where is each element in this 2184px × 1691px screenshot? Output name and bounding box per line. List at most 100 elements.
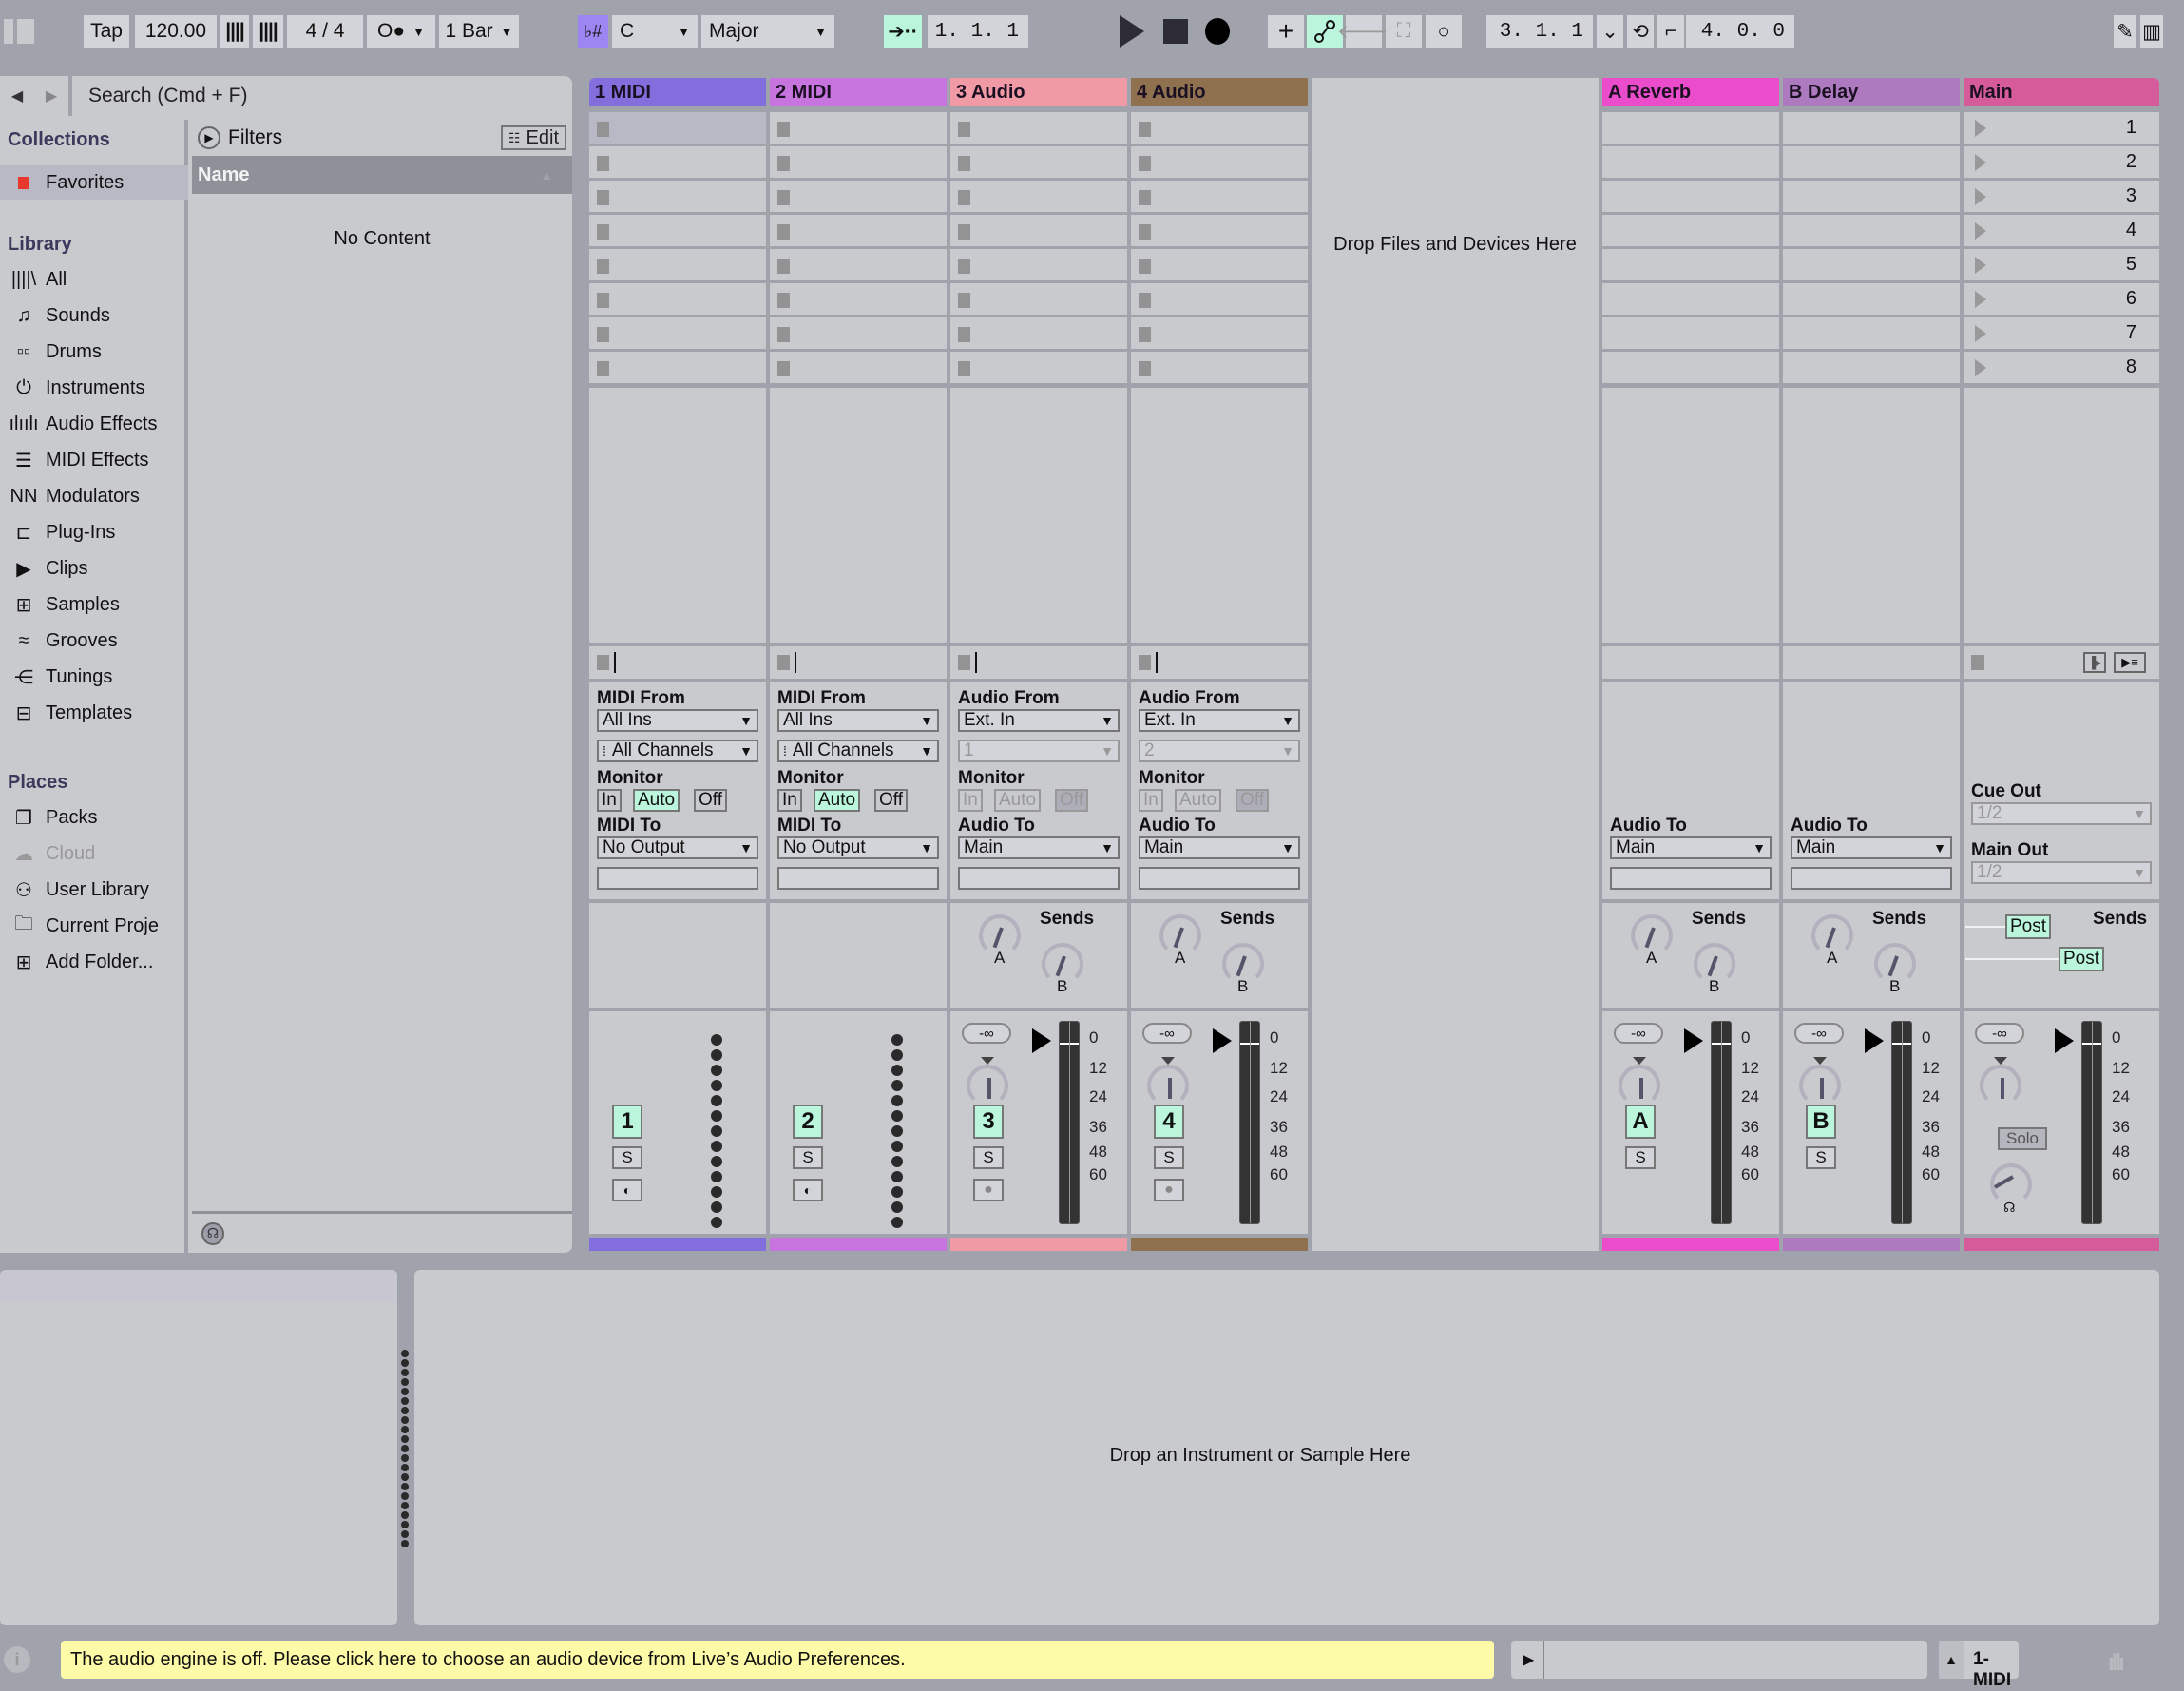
clip-slot[interactable]: [950, 215, 1127, 246]
clip-slot[interactable]: [1131, 215, 1308, 246]
clip-stop-icon[interactable]: [777, 122, 790, 137]
sidebar-item-favorites[interactable]: Favorites: [0, 165, 188, 200]
clip-slot[interactable]: [589, 283, 766, 315]
output-type-dropdown[interactable]: Main ▼: [1791, 836, 1952, 859]
clip-slot[interactable]: [1602, 283, 1779, 315]
panel-resize-handle[interactable]: [401, 1350, 409, 1549]
clip-slot[interactable]: [1131, 283, 1308, 315]
clip-stop-icon[interactable]: [1139, 190, 1151, 205]
pan-knob[interactable]: [1619, 1065, 1660, 1106]
track-activator-button[interactable]: B: [1806, 1105, 1836, 1139]
clip-slot[interactable]: [770, 146, 947, 178]
clip-slot[interactable]: [1783, 181, 1960, 212]
output-type-dropdown[interactable]: Main ▼: [1610, 836, 1772, 859]
sidebar-item-templates[interactable]: ⊟ Templates: [0, 696, 188, 730]
clip-stop-icon[interactable]: [1139, 122, 1151, 137]
output-channel-field[interactable]: [1610, 867, 1772, 890]
preview-headphones-icon[interactable]: ☊: [201, 1221, 224, 1245]
clip-slot[interactable]: [770, 352, 947, 383]
name-column-header[interactable]: Name ▲: [192, 156, 572, 194]
clip-slot[interactable]: [1602, 146, 1779, 178]
arm-midi-icon[interactable]: ◐: [793, 1179, 823, 1201]
sidebar-item-add-folder[interactable]: ⊞ Add Folder...: [0, 945, 188, 979]
clip-stop-icon[interactable]: [777, 190, 790, 205]
clip-slot[interactable]: [1602, 181, 1779, 212]
scene-launch[interactable]: 5: [1964, 249, 2159, 280]
clip-slot[interactable]: [770, 317, 947, 349]
clip-stop-icon[interactable]: [958, 224, 970, 240]
capture-icon[interactable]: ⛶: [1386, 15, 1422, 48]
empty-slot-area[interactable]: [950, 388, 1127, 643]
monitor-off-button[interactable]: Off: [694, 789, 727, 812]
edit-filters-button[interactable]: ☷ Edit: [500, 125, 566, 150]
clip-stop-icon[interactable]: [597, 259, 609, 274]
sidebar-item-grooves[interactable]: ≈ Grooves: [0, 624, 188, 658]
clip-slot[interactable]: [1783, 249, 1960, 280]
track-header[interactable]: 4 Audio: [1131, 78, 1308, 106]
window-layout-toggle[interactable]: [4, 19, 36, 44]
record-button[interactable]: [1205, 18, 1230, 45]
clip-stop-icon[interactable]: [958, 361, 970, 376]
clip-slot[interactable]: [1783, 317, 1960, 349]
arm-record-icon[interactable]: ●: [973, 1179, 1004, 1201]
clip-slot[interactable]: [1783, 112, 1960, 144]
key-dropdown[interactable]: C ▼: [612, 15, 698, 48]
output-channel-field[interactable]: [597, 867, 758, 890]
volume-fader-handle[interactable]: [1213, 1028, 1232, 1053]
clip-slot[interactable]: [589, 352, 766, 383]
loop-icon[interactable]: ⟲: [1627, 15, 1654, 48]
sidebar-item-current-project[interactable]: 🗀 Current Proje: [0, 909, 188, 943]
clip-stop-icon[interactable]: [1139, 259, 1151, 274]
clip-stop-icon[interactable]: [1139, 156, 1151, 171]
volume-fader-handle[interactable]: [2055, 1028, 2074, 1053]
clip-slot[interactable]: [950, 112, 1127, 144]
output-type-dropdown[interactable]: Main ▼: [1139, 836, 1300, 859]
clip-stop-icon[interactable]: [597, 361, 609, 376]
sidebar-item-all[interactable]: ||||\ All: [0, 262, 188, 297]
pan-knob[interactable]: [1799, 1065, 1841, 1106]
clip-slot[interactable]: [1131, 317, 1308, 349]
volume-fader-handle[interactable]: [1684, 1028, 1703, 1053]
clip-stop-icon[interactable]: [597, 190, 609, 205]
empty-slot-area[interactable]: [770, 388, 947, 643]
input-channel-dropdown[interactable]: ⁞ All Channels ▼: [597, 740, 758, 762]
scene-launch[interactable]: 2: [1964, 146, 2159, 178]
clip-slot[interactable]: [950, 181, 1127, 212]
sidebar-item-user-library[interactable]: ⚇ User Library: [0, 873, 188, 907]
clip-stop-icon[interactable]: [958, 293, 970, 308]
expand-play-icon[interactable]: ▶: [1523, 1650, 1534, 1669]
input-type-dropdown[interactable]: Ext. In ▼: [958, 709, 1120, 732]
solo-button[interactable]: S: [1625, 1146, 1656, 1169]
monitor-in-button[interactable]: In: [958, 789, 983, 812]
selected-track-box[interactable]: ▲ 1-MIDI: [1939, 1641, 2019, 1690]
output-type-dropdown[interactable]: Main ▼: [958, 836, 1120, 859]
clip-slot[interactable]: [589, 181, 766, 212]
clip-stop-icon[interactable]: [777, 224, 790, 240]
scene-launch[interactable]: 4: [1964, 215, 2159, 246]
output-channel-field[interactable]: [1791, 867, 1952, 890]
clip-stop-icon[interactable]: [777, 259, 790, 274]
monitor-off-button[interactable]: Off: [1236, 789, 1269, 812]
track-header[interactable]: Main: [1964, 78, 2159, 106]
input-channel-dropdown[interactable]: ⁞ All Channels ▼: [777, 740, 939, 762]
clip-slot[interactable]: [589, 317, 766, 349]
clip-stop-icon[interactable]: [1139, 327, 1151, 342]
clip-stop-icon[interactable]: [958, 327, 970, 342]
clip-stop-icon[interactable]: [1139, 361, 1151, 376]
scale-dropdown[interactable]: Major ▼: [701, 15, 834, 48]
stop-button[interactable]: [1163, 19, 1188, 44]
punch-in-icon[interactable]: ⌄: [1597, 15, 1623, 48]
scale-mode-button[interactable]: ♭#: [578, 15, 608, 48]
follow-action-icon[interactable]: ▐▸: [2083, 652, 2106, 673]
track-activator-button[interactable]: 4: [1154, 1105, 1184, 1139]
clip-slot[interactable]: [950, 146, 1127, 178]
metronome-button[interactable]: O● ▼: [367, 15, 435, 48]
info-icon[interactable]: i: [4, 1646, 30, 1673]
monitor-auto-button[interactable]: Auto: [633, 789, 680, 812]
tempo-field[interactable]: 120.00: [135, 15, 217, 48]
track-activator-button[interactable]: 1: [612, 1105, 642, 1139]
solo-button[interactable]: S: [612, 1146, 642, 1169]
track-header[interactable]: A Reverb: [1602, 78, 1779, 106]
empty-slot-area[interactable]: [1783, 388, 1960, 643]
clip-stop-icon[interactable]: [958, 122, 970, 137]
